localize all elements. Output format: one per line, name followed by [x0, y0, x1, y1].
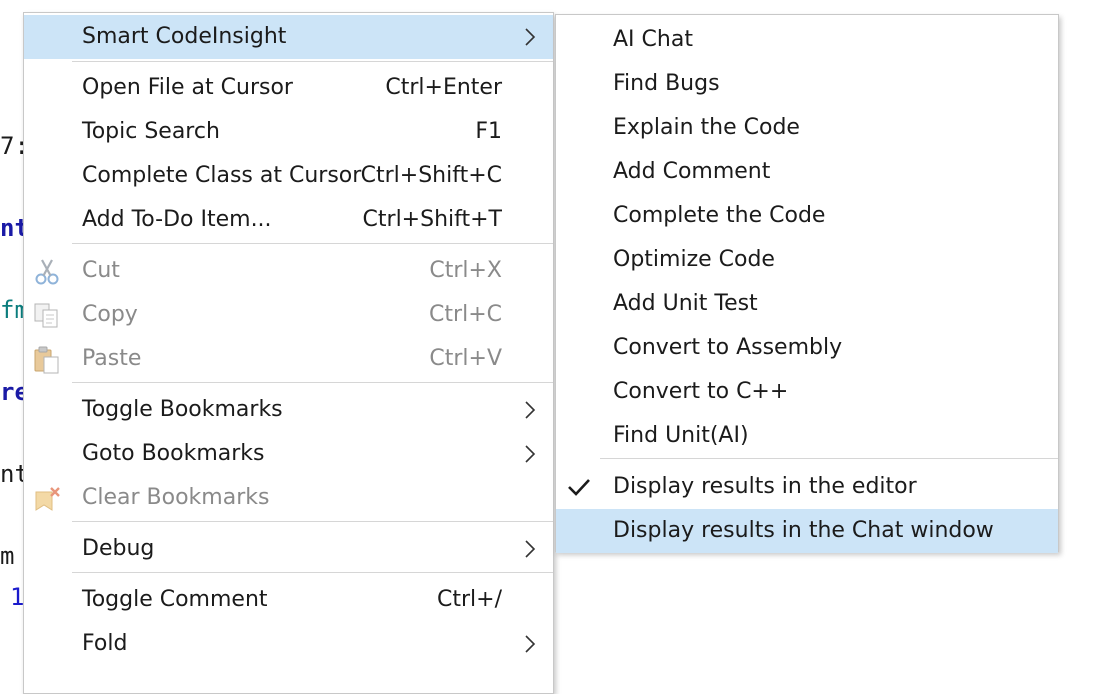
- menu-item-label: Add Comment: [613, 159, 771, 184]
- menu-separator: [72, 61, 553, 62]
- checkmark-icon: [568, 479, 590, 496]
- menu-item-add-todo-item[interactable]: Add To-Do Item... Ctrl+Shift+T: [24, 198, 553, 242]
- submenu-item-find-unit-ai[interactable]: Find Unit(AI): [556, 414, 1058, 458]
- chevron-right-icon: [525, 635, 536, 653]
- menu-item-toggle-bookmarks[interactable]: Toggle Bookmarks: [24, 388, 553, 432]
- menu-item-shortcut: Ctrl+/: [437, 587, 502, 612]
- submenu-item-optimize-code[interactable]: Optimize Code: [556, 238, 1058, 282]
- menu-item-smart-codeinsight[interactable]: Smart CodeInsight: [24, 15, 553, 59]
- menu-separator: [72, 572, 553, 573]
- submenu-item-display-results-in-editor[interactable]: Display results in the editor: [556, 465, 1058, 509]
- menu-item-label: Smart CodeInsight: [82, 24, 287, 49]
- menu-item-paste[interactable]: Paste Ctrl+V: [24, 337, 553, 381]
- menu-item-shortcut: Ctrl+V: [429, 346, 502, 371]
- menu-item-label: Find Bugs: [613, 71, 720, 96]
- menu-item-label: Add To-Do Item...: [82, 207, 272, 232]
- menu-item-label: Open File at Cursor: [82, 75, 293, 100]
- menu-item-topic-search[interactable]: Topic Search F1: [24, 110, 553, 154]
- menu-item-shortcut: Ctrl+C: [429, 302, 502, 327]
- menu-item-label: Goto Bookmarks: [82, 441, 265, 466]
- menu-item-label: Topic Search: [82, 119, 220, 144]
- submenu-item-ai-chat[interactable]: AI Chat: [556, 18, 1058, 62]
- menu-item-open-file-at-cursor[interactable]: Open File at Cursor Ctrl+Enter: [24, 66, 553, 110]
- menu-item-shortcut: F1: [475, 119, 502, 144]
- copy-icon: [34, 303, 58, 328]
- menu-item-label: Fold: [82, 631, 128, 656]
- paste-icon: [34, 346, 59, 374]
- menu-item-label: AI Chat: [613, 27, 693, 52]
- submenu-item-complete-the-code[interactable]: Complete the Code: [556, 194, 1058, 238]
- menu-separator: [72, 521, 553, 522]
- menu-item-label: Complete Class at Cursor: [82, 163, 362, 188]
- menu-item-cut[interactable]: Cut Ctrl+X: [24, 249, 553, 293]
- menu-item-toggle-comment[interactable]: Toggle Comment Ctrl+/: [24, 578, 553, 622]
- menu-item-label: Clear Bookmarks: [82, 485, 270, 510]
- editor-context-menu: Smart CodeInsight Open File at Cursor Ct…: [23, 12, 554, 694]
- menu-item-label: Convert to Assembly: [613, 335, 843, 360]
- menu-item-label: Cut: [82, 258, 120, 283]
- chevron-right-icon: [525, 401, 536, 419]
- menu-item-label: Copy: [82, 302, 138, 327]
- menu-item-label: Complete the Code: [613, 203, 826, 228]
- menu-separator: [600, 458, 1058, 459]
- menu-item-complete-class-at-cursor[interactable]: Complete Class at Cursor Ctrl+Shift+C: [24, 154, 553, 198]
- chevron-right-icon: [525, 28, 536, 46]
- menu-item-shortcut: Ctrl+Shift+C: [360, 163, 502, 188]
- menu-item-label: Toggle Bookmarks: [82, 397, 283, 422]
- menu-item-shortcut: Ctrl+Shift+T: [362, 207, 502, 232]
- submenu-item-explain-the-code[interactable]: Explain the Code: [556, 106, 1058, 150]
- menu-item-clear-bookmarks[interactable]: Clear Bookmarks: [24, 476, 553, 520]
- menu-item-label: Paste: [82, 346, 142, 371]
- chevron-right-icon: [525, 445, 536, 463]
- submenu-item-add-unit-test[interactable]: Add Unit Test: [556, 282, 1058, 326]
- scissors-icon: [35, 259, 59, 285]
- menu-item-label: Explain the Code: [613, 115, 800, 140]
- menu-item-label: Display results in the Chat window: [613, 518, 994, 543]
- submenu-item-add-comment[interactable]: Add Comment: [556, 150, 1058, 194]
- submenu-item-display-results-in-chat-window[interactable]: Display results in the Chat window: [556, 509, 1058, 553]
- submenu-item-convert-to-assembly[interactable]: Convert to Assembly: [556, 326, 1058, 370]
- menu-item-copy[interactable]: Copy Ctrl+C: [24, 293, 553, 337]
- menu-item-label: Optimize Code: [613, 247, 775, 272]
- submenu-item-find-bugs[interactable]: Find Bugs: [556, 62, 1058, 106]
- menu-item-label: Debug: [82, 536, 155, 561]
- menu-item-label: Toggle Comment: [82, 587, 268, 612]
- menu-item-label: Display results in the editor: [613, 474, 917, 499]
- menu-separator: [72, 382, 553, 383]
- clear-bookmarks-icon: [35, 487, 60, 511]
- menu-item-label: Add Unit Test: [613, 291, 758, 316]
- menu-item-shortcut: Ctrl+Enter: [385, 75, 502, 100]
- menu-item-label: Find Unit(AI): [613, 423, 749, 448]
- menu-item-fold[interactable]: Fold: [24, 622, 553, 666]
- code-line: m: [0, 542, 15, 570]
- menu-item-debug[interactable]: Debug: [24, 527, 553, 571]
- menu-item-shortcut: Ctrl+X: [429, 258, 502, 283]
- chevron-right-icon: [525, 540, 536, 558]
- submenu-item-convert-to-cpp[interactable]: Convert to C++: [556, 370, 1058, 414]
- menu-item-label: Convert to C++: [613, 379, 789, 404]
- smart-codeinsight-submenu: AI Chat Find Bugs Explain the Code Add C…: [555, 14, 1059, 553]
- menu-item-goto-bookmarks[interactable]: Goto Bookmarks: [24, 432, 553, 476]
- menu-separator: [72, 243, 553, 244]
